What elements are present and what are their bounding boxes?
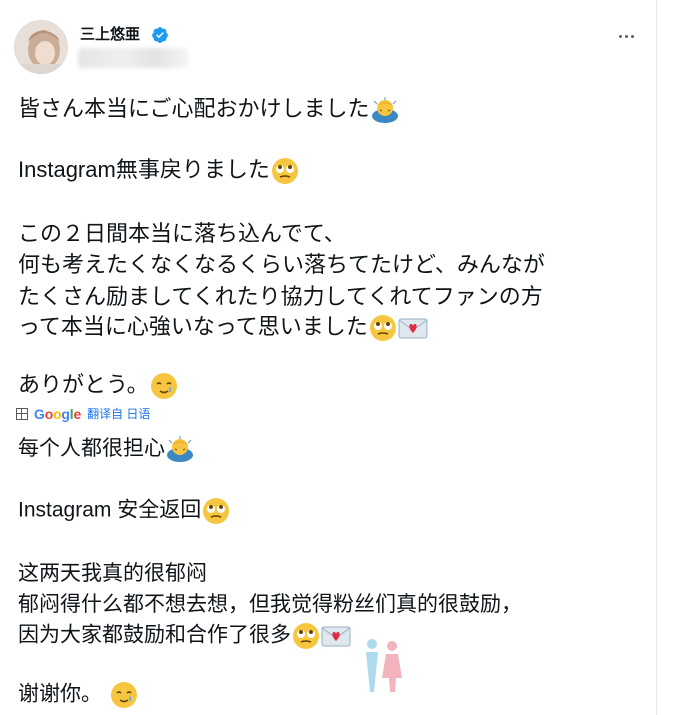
person-bowing-icon (371, 97, 398, 124)
love-letter-icon (321, 626, 351, 647)
google-logo: Google (34, 406, 82, 422)
tweet-line-1: 皆さん本当にご心配おかけしました (18, 96, 399, 124)
avatar[interactable] (14, 20, 68, 74)
translated-text: Instagram 安全返回 (18, 498, 202, 522)
google-translate-bar[interactable]: Google 翻译自 日语 (16, 405, 150, 423)
tweet-card: 三上悠亜 皆さん本当にご心配おかけしました Instagram無事戻りました こ… (0, 0, 677, 715)
face-with-rolling-eyes-icon (293, 623, 319, 649)
translated-line-6: 谢谢你。 (18, 681, 138, 709)
dot (624, 34, 628, 38)
tweet-line-5: たくさん励ましてくれたり協力してくれてファンの方 (18, 284, 543, 309)
dot (630, 34, 634, 38)
translated-text: 谢谢你。 (18, 682, 102, 706)
smiling-face-with-tear-icon (150, 373, 177, 400)
tweet-line-4: 何も考えたくなくなるくらい落ちてたけど、みんなが (18, 252, 545, 277)
couple-watermark-icon (366, 639, 402, 692)
translated-line-2: Instagram 安全返回 (18, 497, 230, 525)
translated-line-1: 每个人都很担心 (18, 436, 194, 463)
smiling-face-with-tear-icon (111, 682, 137, 708)
translated-text: 因为大家都鼓励和合作了很多 (18, 623, 291, 647)
face-with-rolling-eyes-icon (203, 498, 230, 524)
author-handle-blurred[interactable] (78, 48, 188, 68)
translated-text: 每个人都很担心 (18, 437, 165, 460)
more-options-button[interactable] (612, 24, 640, 48)
author-name[interactable]: 三上悠亜 (80, 26, 140, 44)
translated-line-4: 郁闷得什么都不想去想，但我觉得粉丝们真的很鼓励， (18, 593, 522, 616)
love-letter-icon (398, 318, 428, 339)
tweet-line-6: って本当に心強いなって思いました (18, 314, 428, 342)
tweet-line-7: ありがとう。 (18, 372, 178, 400)
person-bowing-icon (167, 436, 193, 463)
avatar-photo (14, 20, 68, 74)
face-with-rolling-eyes-icon (271, 158, 298, 185)
more-horizontal-icon (618, 34, 622, 38)
tweet-text: ありがとう。 (18, 372, 149, 397)
face-with-rolling-eyes-icon (369, 315, 396, 342)
translated-line-3: 这两天我真的很郁闷 (18, 562, 207, 585)
translate-cursor-icon (16, 408, 28, 420)
divider (656, 0, 657, 715)
tweet-line-2: Instagram無事戻りました (18, 157, 299, 185)
tweet-text: って本当に心強いなって思いました (18, 314, 368, 339)
translated-line-5: 因为大家都鼓励和合作了很多 (18, 622, 351, 650)
translated-from-label[interactable]: 翻译自 日语 (87, 405, 150, 423)
verified-badge-icon (152, 27, 168, 43)
tweet-text: Instagram無事戻りました (18, 157, 270, 182)
tweet-line-3: この２日間本当に落ち込んでて、 (18, 221, 346, 246)
tweet-text: 皆さん本当にご心配おかけしました (18, 96, 370, 121)
